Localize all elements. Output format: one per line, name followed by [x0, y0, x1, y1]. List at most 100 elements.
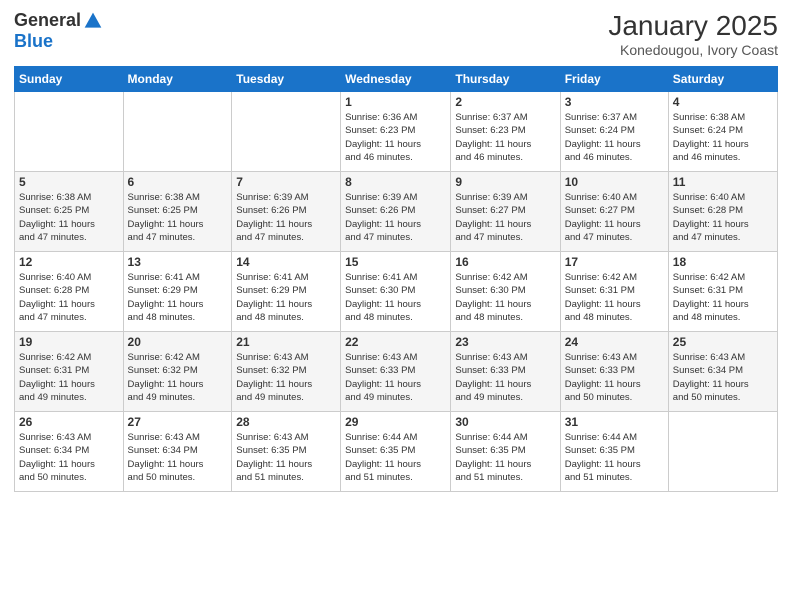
day-info: Sunrise: 6:43 AM Sunset: 6:35 PM Dayligh…: [236, 431, 336, 484]
day-info: Sunrise: 6:39 AM Sunset: 6:26 PM Dayligh…: [236, 191, 336, 244]
day-number: 14: [236, 255, 336, 269]
header-wednesday: Wednesday: [341, 67, 451, 92]
logo: General Blue: [14, 10, 103, 52]
calendar-table: SundayMondayTuesdayWednesdayThursdayFrid…: [14, 66, 778, 492]
day-cell: 30 Sunrise: 6:44 AM Sunset: 6:35 PM Dayli…: [451, 412, 560, 492]
day-info: Sunrise: 6:40 AM Sunset: 6:28 PM Dayligh…: [673, 191, 773, 244]
day-info: Sunrise: 6:42 AM Sunset: 6:32 PM Dayligh…: [128, 351, 228, 404]
day-info: Sunrise: 6:43 AM Sunset: 6:33 PM Dayligh…: [455, 351, 555, 404]
header-tuesday: Tuesday: [232, 67, 341, 92]
day-info: Sunrise: 6:41 AM Sunset: 6:29 PM Dayligh…: [128, 271, 228, 324]
week-row-3: 19 Sunrise: 6:42 AM Sunset: 6:31 PM Dayli…: [15, 332, 778, 412]
week-row-4: 26 Sunrise: 6:43 AM Sunset: 6:34 PM Dayli…: [15, 412, 778, 492]
day-number: 5: [19, 175, 119, 189]
day-cell: 24 Sunrise: 6:43 AM Sunset: 6:33 PM Dayli…: [560, 332, 668, 412]
day-cell: 29 Sunrise: 6:44 AM Sunset: 6:35 PM Dayli…: [341, 412, 451, 492]
day-cell: 6Sunrise: 6:38 AM Sunset: 6:25 PM Daylig…: [123, 172, 232, 252]
day-cell: 20Sunrise: 6:42 AM Sunset: 6:32 PM Dayli…: [123, 332, 232, 412]
day-number: 3: [565, 95, 664, 109]
day-number: 17: [565, 255, 664, 269]
day-number: 1: [345, 95, 446, 109]
day-number: 6: [128, 175, 228, 189]
logo-general: General: [14, 10, 81, 31]
title-section: January 2025 Konedougou, Ivory Coast: [608, 10, 778, 58]
day-number: 30: [455, 415, 555, 429]
day-number: 28: [236, 415, 336, 429]
day-info: Sunrise: 6:38 AM Sunset: 6:24 PM Dayligh…: [673, 111, 773, 164]
day-number: 8: [345, 175, 446, 189]
day-number: 18: [673, 255, 773, 269]
day-number: 26: [19, 415, 119, 429]
day-cell: [123, 92, 232, 172]
day-cell: 12Sunrise: 6:40 AM Sunset: 6:28 PM Dayli…: [15, 252, 124, 332]
day-number: 19: [19, 335, 119, 349]
day-cell: 22Sunrise: 6:43 AM Sunset: 6:33 PM Dayli…: [341, 332, 451, 412]
day-number: 29: [345, 415, 446, 429]
day-info: Sunrise: 6:37 AM Sunset: 6:24 PM Dayligh…: [565, 111, 664, 164]
day-info: Sunrise: 6:43 AM Sunset: 6:34 PM Dayligh…: [19, 431, 119, 484]
day-number: 4: [673, 95, 773, 109]
day-cell: 4 Sunrise: 6:38 AM Sunset: 6:24 PM Daylig…: [668, 92, 777, 172]
day-cell: 18 Sunrise: 6:42 AM Sunset: 6:31 PM Dayli…: [668, 252, 777, 332]
header-row: SundayMondayTuesdayWednesdayThursdayFrid…: [15, 67, 778, 92]
header-saturday: Saturday: [668, 67, 777, 92]
day-info: Sunrise: 6:43 AM Sunset: 6:34 PM Dayligh…: [673, 351, 773, 404]
day-cell: 17 Sunrise: 6:42 AM Sunset: 6:31 PM Dayli…: [560, 252, 668, 332]
day-number: 27: [128, 415, 228, 429]
day-cell: 28 Sunrise: 6:43 AM Sunset: 6:35 PM Dayli…: [232, 412, 341, 492]
day-cell: 13 Sunrise: 6:41 AM Sunset: 6:29 PM Dayli…: [123, 252, 232, 332]
day-cell: 11 Sunrise: 6:40 AM Sunset: 6:28 PM Dayli…: [668, 172, 777, 252]
day-cell: [668, 412, 777, 492]
day-cell: 31Sunrise: 6:44 AM Sunset: 6:35 PM Dayli…: [560, 412, 668, 492]
week-row-0: 1 Sunrise: 6:36 AM Sunset: 6:23 PM Daylig…: [15, 92, 778, 172]
page: General Blue January 2025 Konedougou, Iv…: [0, 0, 792, 612]
header-monday: Monday: [123, 67, 232, 92]
day-info: Sunrise: 6:42 AM Sunset: 6:31 PM Dayligh…: [565, 271, 664, 324]
day-number: 31: [565, 415, 664, 429]
day-info: Sunrise: 6:41 AM Sunset: 6:29 PM Dayligh…: [236, 271, 336, 324]
day-cell: 5 Sunrise: 6:38 AM Sunset: 6:25 PM Daylig…: [15, 172, 124, 252]
day-number: 13: [128, 255, 228, 269]
day-cell: 23 Sunrise: 6:43 AM Sunset: 6:33 PM Dayli…: [451, 332, 560, 412]
day-info: Sunrise: 6:44 AM Sunset: 6:35 PM Dayligh…: [455, 431, 555, 484]
day-number: 22: [345, 335, 446, 349]
day-info: Sunrise: 6:43 AM Sunset: 6:32 PM Dayligh…: [236, 351, 336, 404]
day-number: 24: [565, 335, 664, 349]
header-sunday: Sunday: [15, 67, 124, 92]
day-cell: 15Sunrise: 6:41 AM Sunset: 6:30 PM Dayli…: [341, 252, 451, 332]
day-cell: 10Sunrise: 6:40 AM Sunset: 6:27 PM Dayli…: [560, 172, 668, 252]
week-row-2: 12Sunrise: 6:40 AM Sunset: 6:28 PM Dayli…: [15, 252, 778, 332]
day-cell: 25 Sunrise: 6:43 AM Sunset: 6:34 PM Dayli…: [668, 332, 777, 412]
header-thursday: Thursday: [451, 67, 560, 92]
day-number: 23: [455, 335, 555, 349]
day-info: Sunrise: 6:43 AM Sunset: 6:34 PM Dayligh…: [128, 431, 228, 484]
day-info: Sunrise: 6:36 AM Sunset: 6:23 PM Dayligh…: [345, 111, 446, 164]
day-cell: 14 Sunrise: 6:41 AM Sunset: 6:29 PM Dayli…: [232, 252, 341, 332]
day-info: Sunrise: 6:44 AM Sunset: 6:35 PM Dayligh…: [345, 431, 446, 484]
day-info: Sunrise: 6:38 AM Sunset: 6:25 PM Dayligh…: [19, 191, 119, 244]
day-info: Sunrise: 6:42 AM Sunset: 6:31 PM Dayligh…: [19, 351, 119, 404]
day-cell: 16Sunrise: 6:42 AM Sunset: 6:30 PM Dayli…: [451, 252, 560, 332]
day-number: 15: [345, 255, 446, 269]
week-row-1: 5 Sunrise: 6:38 AM Sunset: 6:25 PM Daylig…: [15, 172, 778, 252]
day-info: Sunrise: 6:42 AM Sunset: 6:30 PM Dayligh…: [455, 271, 555, 324]
day-cell: [15, 92, 124, 172]
day-info: Sunrise: 6:37 AM Sunset: 6:23 PM Dayligh…: [455, 111, 555, 164]
day-cell: 19 Sunrise: 6:42 AM Sunset: 6:31 PM Dayli…: [15, 332, 124, 412]
main-title: January 2025: [608, 10, 778, 42]
day-number: 25: [673, 335, 773, 349]
day-number: 9: [455, 175, 555, 189]
day-info: Sunrise: 6:43 AM Sunset: 6:33 PM Dayligh…: [565, 351, 664, 404]
day-info: Sunrise: 6:39 AM Sunset: 6:27 PM Dayligh…: [455, 191, 555, 244]
day-number: 7: [236, 175, 336, 189]
day-cell: 9 Sunrise: 6:39 AM Sunset: 6:27 PM Daylig…: [451, 172, 560, 252]
day-number: 11: [673, 175, 773, 189]
day-cell: [232, 92, 341, 172]
day-cell: 2Sunrise: 6:37 AM Sunset: 6:23 PM Daylig…: [451, 92, 560, 172]
day-cell: 1 Sunrise: 6:36 AM Sunset: 6:23 PM Daylig…: [341, 92, 451, 172]
day-info: Sunrise: 6:42 AM Sunset: 6:31 PM Dayligh…: [673, 271, 773, 324]
day-cell: 3 Sunrise: 6:37 AM Sunset: 6:24 PM Daylig…: [560, 92, 668, 172]
logo-blue: Blue: [14, 31, 53, 51]
subtitle: Konedougou, Ivory Coast: [608, 42, 778, 58]
day-cell: 8Sunrise: 6:39 AM Sunset: 6:26 PM Daylig…: [341, 172, 451, 252]
